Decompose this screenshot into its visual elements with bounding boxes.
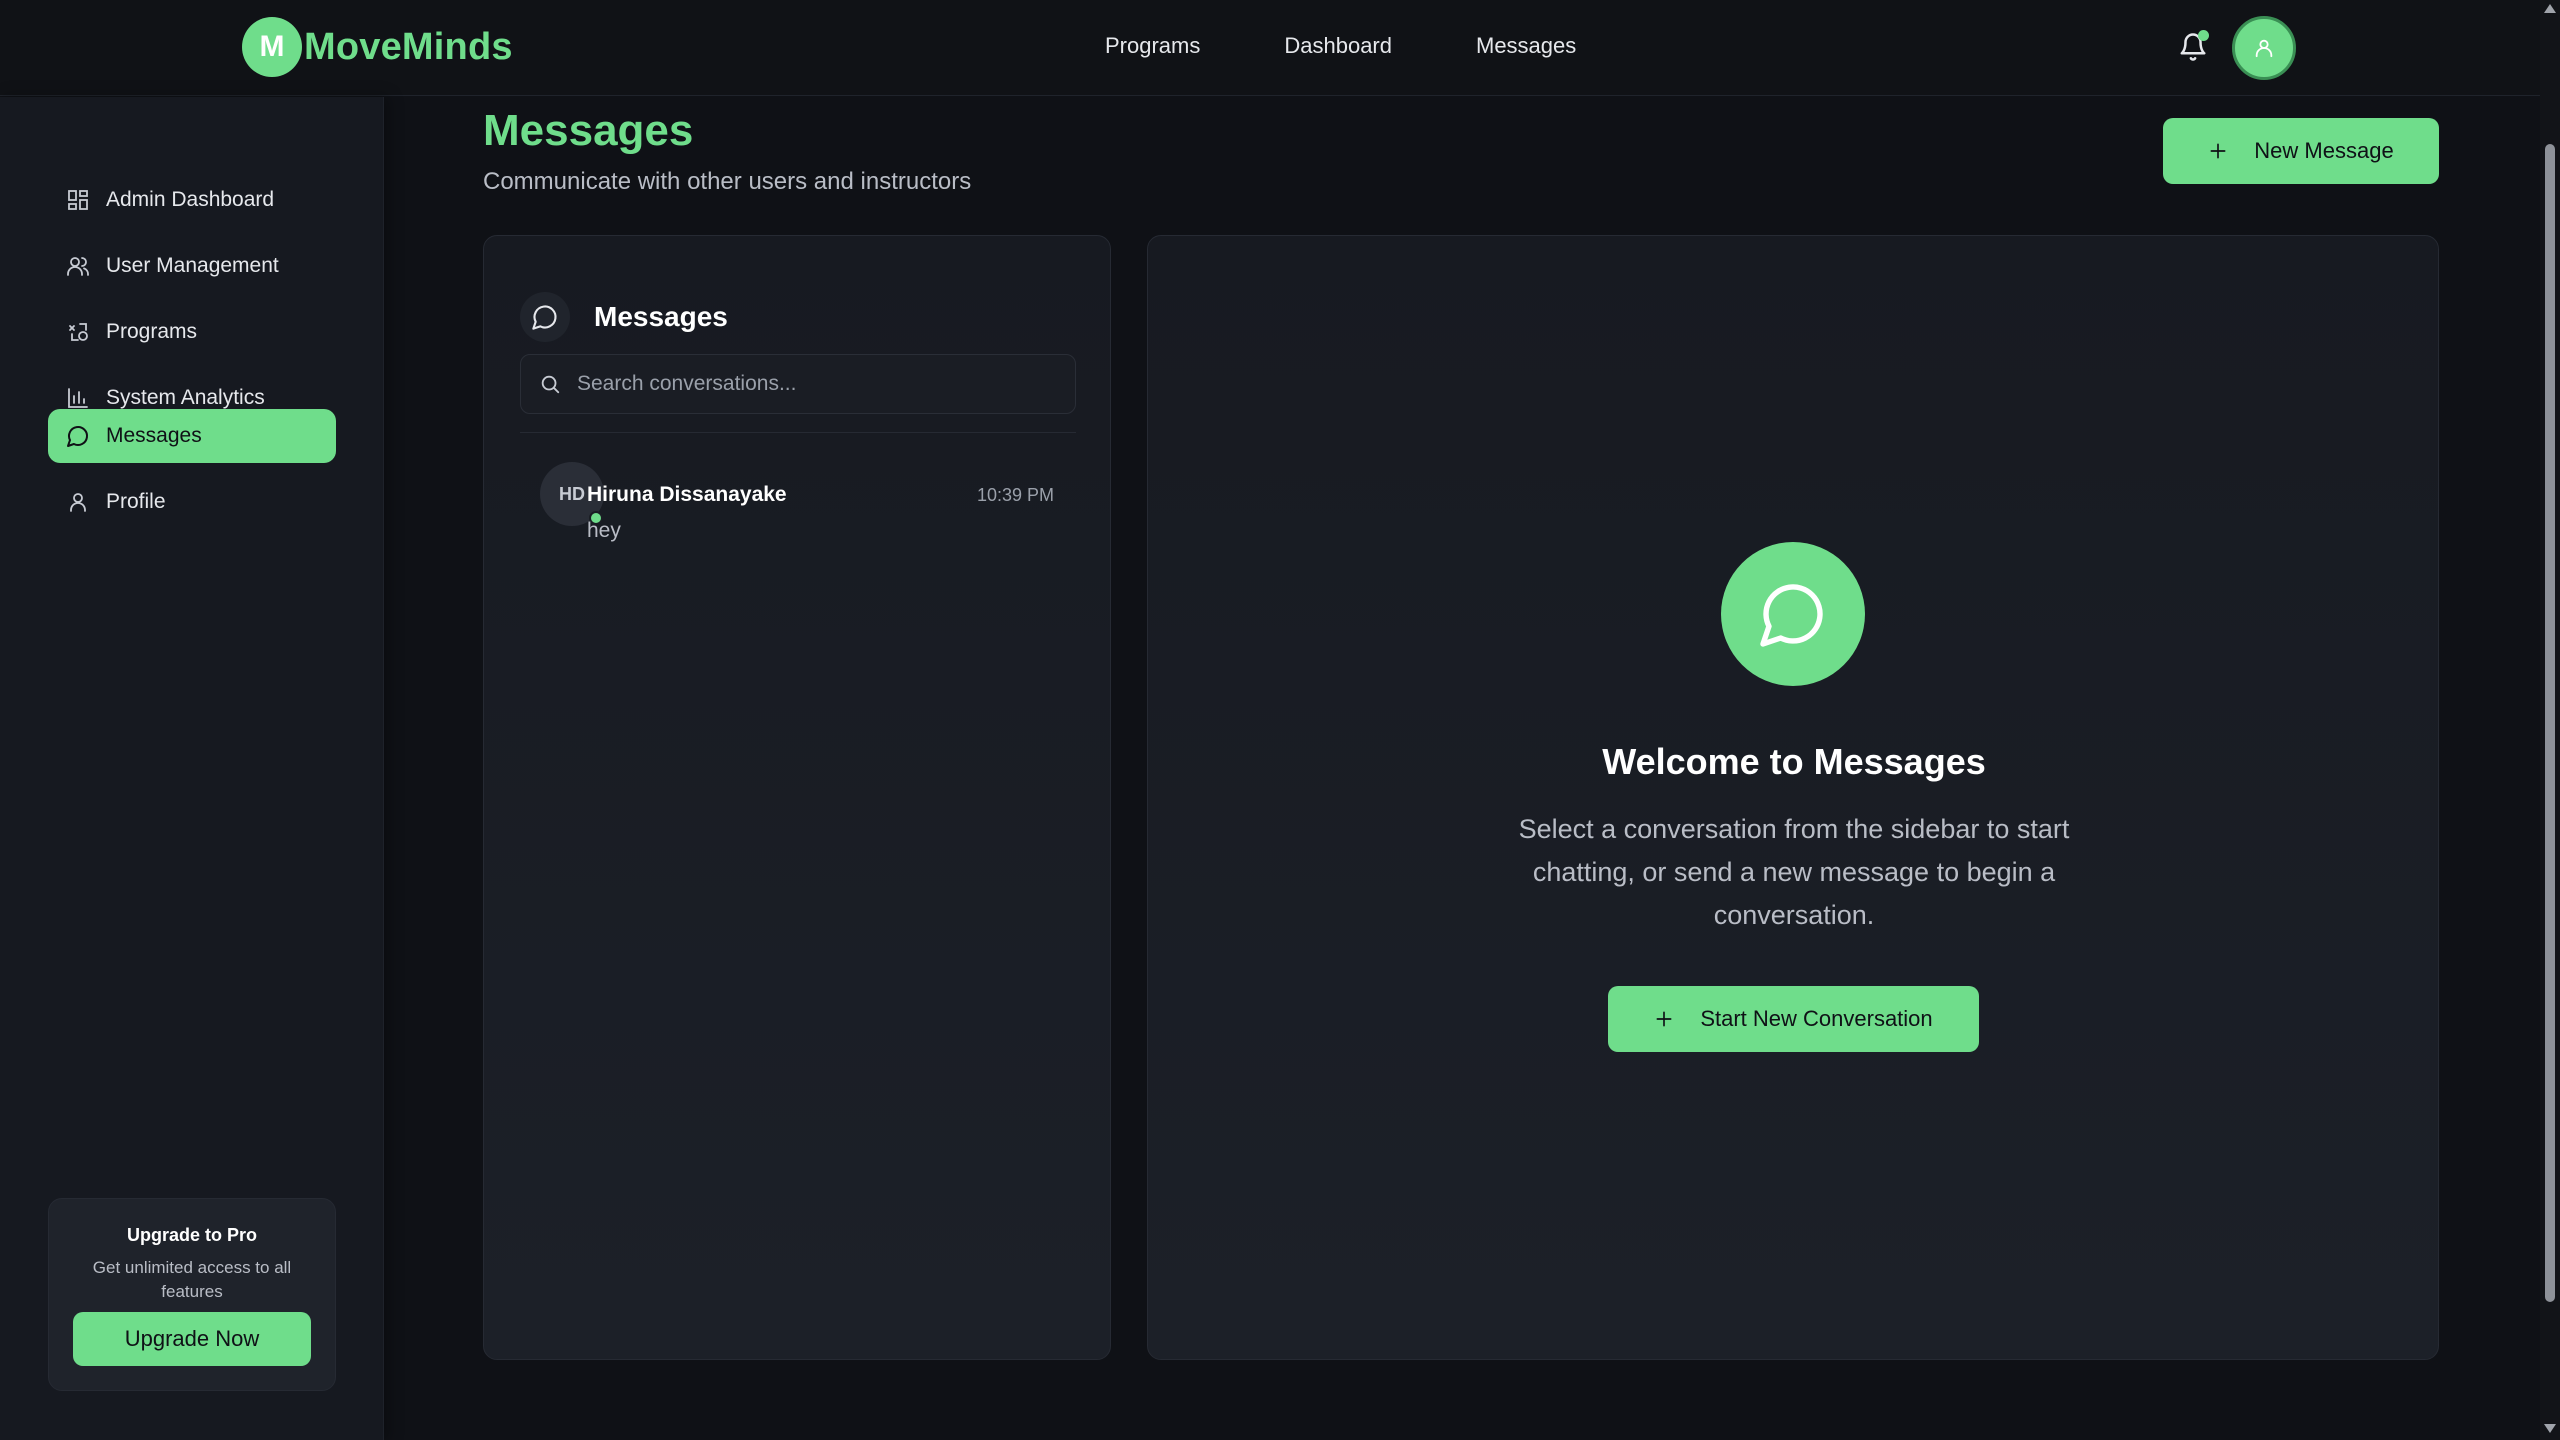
sidebar-item-label: Programs: [106, 320, 198, 343]
plus-icon: [2210, 143, 2226, 159]
conversation-preview: hey: [587, 519, 621, 542]
upgrade-title: Upgrade to Pro: [126, 1225, 257, 1245]
page-scrollbar[interactable]: [2540, 0, 2560, 1440]
upgrade-card: Upgrade to Pro Get unlimited access to a…: [48, 1198, 336, 1391]
scroll-down-arrow-icon[interactable]: [2544, 1424, 2556, 1433]
conversation-time: 10:39 PM: [977, 485, 1055, 505]
sidebar-item-label: User Management: [106, 254, 279, 277]
conversation-name: Hiruna Dissanayake: [587, 483, 787, 506]
brand-logo[interactable]: M MoveMinds: [242, 17, 513, 77]
logo-mark: M: [242, 17, 302, 77]
sidebar-item-profile[interactable]: Profile: [48, 475, 336, 529]
conversation-list-panel: Messages HD Hiruna Dissanayake hey 10:39…: [483, 235, 1111, 1360]
nav-link-programs[interactable]: Programs: [1105, 33, 1200, 59]
programs-icon: [66, 320, 90, 344]
upgrade-now-button[interactable]: Upgrade Now: [73, 1312, 311, 1366]
page-title: Messages: [483, 106, 694, 155]
sidebar-item-label: System Analytics: [106, 386, 265, 409]
message-icon: [66, 424, 90, 448]
sidebar-item-label: Messages: [106, 424, 202, 447]
sidebar-item-programs[interactable]: Programs: [48, 305, 336, 359]
message-circle-icon: [1721, 542, 1865, 686]
scroll-up-arrow-icon[interactable]: [2544, 4, 2556, 13]
user-icon: [66, 490, 90, 514]
page-subtitle: Communicate with other users and instruc…: [483, 168, 972, 195]
notification-bell-icon[interactable]: [2178, 30, 2209, 62]
conversation-list-title: Messages: [594, 301, 728, 332]
nav-link-dashboard[interactable]: Dashboard: [1284, 33, 1392, 59]
scrollbar-thumb[interactable]: [2545, 144, 2555, 1302]
welcome-title: Welcome to Messages: [1602, 741, 1986, 782]
user-avatar-button[interactable]: [2232, 16, 2296, 80]
search-icon: [541, 375, 560, 394]
chat-bubble-icon: [520, 292, 570, 342]
conversation-list-header: Messages: [520, 292, 728, 342]
users-icon: [66, 254, 90, 278]
divider: [520, 432, 1076, 433]
search-conversations-input[interactable]: [577, 372, 1057, 396]
bar-chart-icon: [66, 386, 90, 410]
nav-link-messages[interactable]: Messages: [1476, 33, 1576, 59]
search-box: [520, 354, 1076, 414]
sidebar-item-label: Admin Dashboard: [106, 188, 275, 211]
top-nav: Programs Dashboard Messages: [1105, 33, 1660, 59]
sidebar-item-messages[interactable]: Messages: [48, 409, 336, 463]
sidebar-item-user-management[interactable]: User Management: [48, 239, 336, 293]
user-icon: [2255, 39, 2273, 58]
new-message-label: New Message: [2254, 138, 2394, 163]
start-new-conversation-button[interactable]: Start New Conversation: [1608, 986, 1979, 1052]
new-message-button[interactable]: New Message: [2163, 118, 2439, 184]
notification-dot: [2198, 30, 2209, 41]
sidebar-item-admin-dashboard[interactable]: Admin Dashboard: [48, 173, 336, 227]
welcome-text: Select a conversation from the sidebar t…: [1518, 814, 2070, 930]
plus-icon: [1656, 1011, 1672, 1027]
dashboard-icon: [66, 188, 90, 212]
upgrade-description: Get unlimited access to all features: [92, 1258, 292, 1301]
start-new-conversation-label: Start New Conversation: [1700, 1006, 1933, 1031]
chat-panel: Welcome to Messages Select a conversatio…: [1147, 235, 2439, 1360]
sidebar-item-label: Profile: [106, 490, 166, 513]
sidebar: Admin Dashboard User Management Programs…: [0, 97, 384, 1440]
top-navbar: M MoveMinds Programs Dashboard Messages: [0, 0, 2540, 96]
brand-name: MoveMinds: [304, 25, 513, 68]
